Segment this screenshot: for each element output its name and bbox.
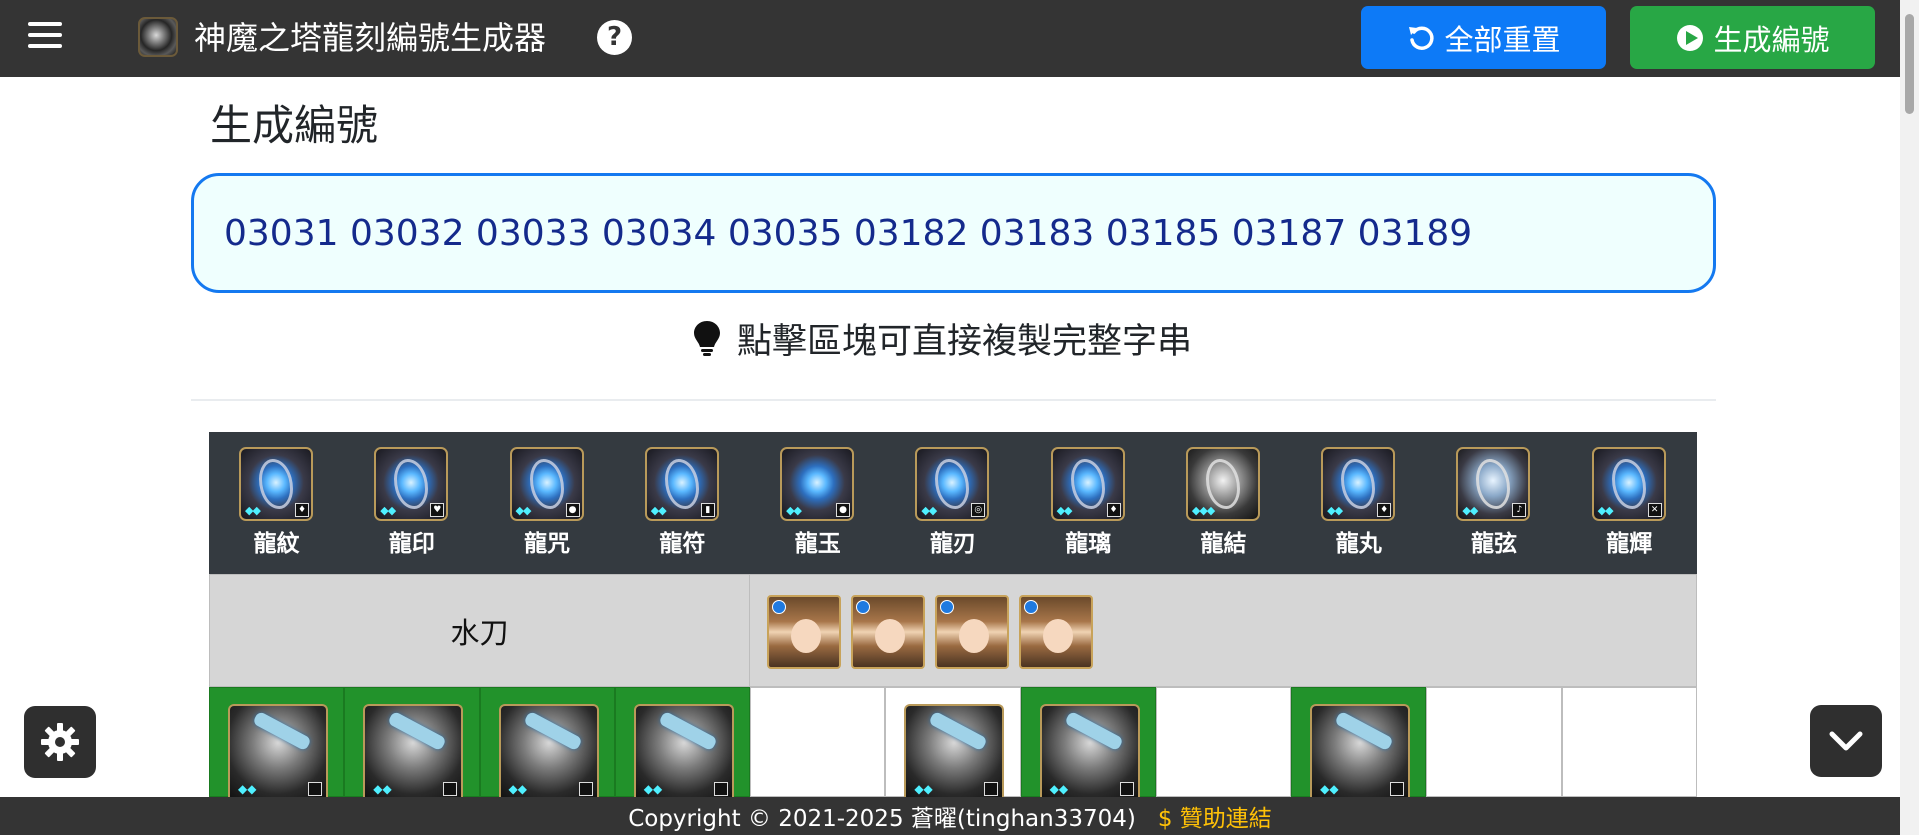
item-label: 龍紋 [253, 531, 300, 557]
copy-hint: 點擊區塊可直接複製完整字串 [691, 313, 1192, 363]
item-label: 龍弦 [1471, 531, 1518, 557]
slot-dragon-pattern[interactable]: ◆◆ [209, 687, 345, 798]
item-label: 龍刃 [929, 531, 976, 557]
undo-icon [1406, 23, 1436, 53]
slot-dragon-knot[interactable] [1155, 687, 1292, 797]
character-card-1[interactable] [767, 595, 841, 669]
item-label: 龍符 [659, 531, 706, 557]
gear-icon [41, 723, 79, 761]
copyright-text: Copyright © 2021-2025 蒼曜(tinghan33704) [628, 806, 1136, 832]
blade-icon: ◆◆ [228, 704, 328, 798]
dragon-pill-icon: ◆◆ ♦ [1321, 447, 1396, 521]
top-navbar: 神魔之塔龍刻編號生成器 ? 全部重置 生成編號 [0, 0, 1900, 77]
selection-row: ◆◆ ◆◆ ◆◆ ◆◆ ◆◆ ◆◆ ◆◆ [209, 687, 1697, 798]
help-icon[interactable]: ? [597, 20, 632, 55]
menu-icon[interactable] [28, 22, 62, 54]
item-column-dragon-knot[interactable]: ◆◆◆ 龍結 [1156, 432, 1291, 574]
code-output-box[interactable]: 03031 03032 03033 03034 03035 03182 0318… [191, 173, 1716, 293]
set-name: 水刀 [210, 575, 750, 686]
item-label: 龍咒 [524, 531, 571, 557]
scrollbar-thumb[interactable] [1905, 14, 1914, 114]
set-characters [750, 575, 1696, 686]
dragon-seal-icon: ◆◆ ♥ [374, 447, 449, 521]
slot-dragon-radiance[interactable] [1561, 687, 1697, 797]
dragon-edge-icon: ◆◆ ◎ [915, 447, 990, 521]
set-row-water-blade: 水刀 [209, 574, 1697, 687]
footer: Copyright © 2021-2025 蒼曜(tinghan33704) $… [0, 797, 1900, 835]
dragon-jade-icon: ◆◆ ● [780, 447, 855, 521]
item-label: 龍璃 [1065, 531, 1112, 557]
item-column-dragon-pattern[interactable]: ◆◆ ♦ 龍紋 [209, 432, 344, 574]
slot-dragon-jade[interactable] [750, 687, 886, 797]
copy-hint-text: 點擊區塊可直接複製完整字串 [737, 321, 1193, 362]
dragon-knot-icon: ◆◆◆ [1185, 447, 1260, 521]
slot-dragon-glass[interactable]: ◆◆ [1020, 687, 1156, 798]
dragon-curse-icon: ◆◆ ● [509, 447, 584, 521]
slot-dragon-talisman[interactable]: ◆◆ [614, 687, 751, 798]
dragon-talisman-icon: ◆◆ ▮ [644, 447, 719, 521]
sponsor-link[interactable]: $ 贊助連結 [1158, 799, 1272, 833]
reset-all-label: 全部重置 [1444, 22, 1561, 57]
slot-dragon-pill[interactable]: ◆◆ [1291, 687, 1427, 798]
character-card-3[interactable] [935, 595, 1009, 669]
item-header-row: ◆◆ ♦ 龍紋 ◆◆ ♥ 龍印 ◆◆ ● 龍咒 ◆◆ ▮ 龍符 ◆◆ ● 龍玉 ◆◆ ◎ 龍… [209, 432, 1697, 574]
item-label: 龍結 [1200, 531, 1247, 557]
dragon-pattern-icon: ◆◆ ♦ [239, 447, 313, 521]
blade-icon: ◆◆ [633, 704, 734, 798]
item-column-dragon-talisman[interactable]: ◆◆ ▮ 龍符 [615, 432, 750, 574]
item-column-dragon-curse[interactable]: ◆◆ ● 龍咒 [480, 432, 615, 574]
item-column-dragon-radiance[interactable]: ◆◆ ✕ 龍輝 [1562, 432, 1697, 574]
character-card-4[interactable] [1019, 595, 1093, 669]
scroll-down-button[interactable] [1810, 705, 1882, 777]
dragon-glass-icon: ◆◆ ♦ [1050, 447, 1125, 521]
item-column-dragon-string[interactable]: ◆◆ ♪ 龍弦 [1426, 432, 1561, 574]
divider [191, 399, 1716, 401]
code-output-text: 03031 03032 03033 03034 03035 03182 0318… [224, 213, 1473, 254]
reset-all-button[interactable]: 全部重置 [1361, 6, 1606, 69]
blade-icon: ◆◆ [498, 704, 599, 798]
app-logo [138, 17, 178, 57]
settings-button[interactable] [24, 706, 96, 778]
item-column-dragon-jade[interactable]: ◆◆ ● 龍玉 [750, 432, 885, 574]
item-label: 龍丸 [1335, 531, 1382, 557]
blade-icon: ◆◆ [1039, 704, 1140, 798]
generate-code-button[interactable]: 生成編號 [1630, 6, 1875, 69]
app-title: 神魔之塔龍刻編號生成器 [194, 19, 547, 57]
item-label: 龍玉 [794, 531, 841, 557]
chevron-down-icon [1829, 731, 1863, 751]
slot-dragon-string[interactable] [1426, 687, 1562, 797]
item-label: 龍輝 [1606, 531, 1653, 557]
item-label: 龍印 [388, 531, 435, 557]
scrollbar[interactable] [1900, 0, 1919, 835]
slot-dragon-seal[interactable]: ◆◆ [344, 687, 480, 798]
character-card-2[interactable] [851, 595, 925, 669]
dragon-radiance-icon: ◆◆ ✕ [1591, 447, 1666, 521]
generate-code-label: 生成編號 [1713, 22, 1830, 57]
blade-icon: ◆◆ [904, 704, 1005, 798]
item-column-dragon-seal[interactable]: ◆◆ ♥ 龍印 [344, 432, 479, 574]
slot-dragon-curse[interactable]: ◆◆ [479, 687, 615, 798]
dragon-string-icon: ◆◆ ♪ [1456, 447, 1531, 521]
play-circle-icon [1675, 23, 1705, 53]
item-column-dragon-edge[interactable]: ◆◆ ◎ 龍刃 [885, 432, 1020, 574]
item-column-dragon-pill[interactable]: ◆◆ ♦ 龍丸 [1291, 432, 1426, 574]
blade-icon: ◆◆ [363, 704, 464, 798]
slot-dragon-edge[interactable]: ◆◆ [885, 687, 1021, 798]
section-title: 生成編號 [210, 101, 379, 150]
lightbulb-icon [694, 321, 720, 356]
blade-icon: ◆◆ [1310, 704, 1411, 798]
item-column-dragon-glass[interactable]: ◆◆ ♦ 龍璃 [1021, 432, 1156, 574]
